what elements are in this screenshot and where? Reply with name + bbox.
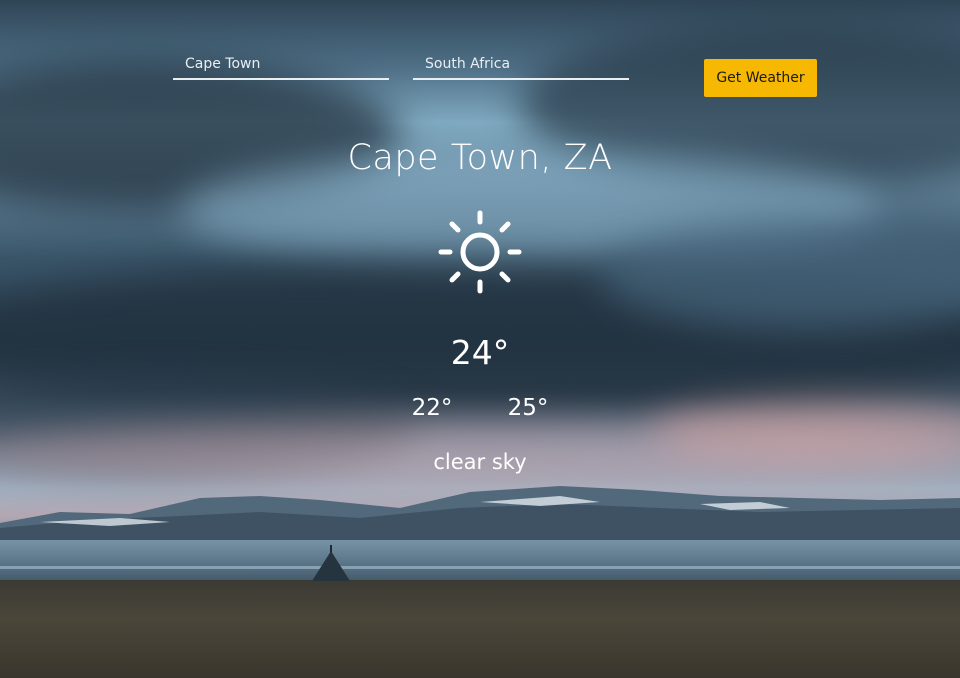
- location-title: Cape Town, ZA: [347, 138, 613, 178]
- temperature-range: 22° 25°: [0, 395, 960, 421]
- ground: [0, 580, 960, 678]
- current-temperature: 24°: [450, 333, 510, 372]
- tent-icon: [312, 545, 350, 581]
- mountain-range: [0, 486, 960, 548]
- weather-description: clear sky: [433, 450, 527, 474]
- shoreline: [0, 566, 960, 569]
- city-input[interactable]: [173, 50, 389, 80]
- weather-app: Get Weather Cape Town, ZA 24° 22° 25° cl…: [0, 0, 960, 678]
- country-input[interactable]: [413, 50, 629, 80]
- max-temperature: 25°: [507, 395, 549, 421]
- sea: [0, 540, 960, 582]
- min-temperature: 22°: [411, 395, 453, 421]
- sun-icon: [438, 210, 522, 294]
- get-weather-button[interactable]: Get Weather: [704, 59, 817, 97]
